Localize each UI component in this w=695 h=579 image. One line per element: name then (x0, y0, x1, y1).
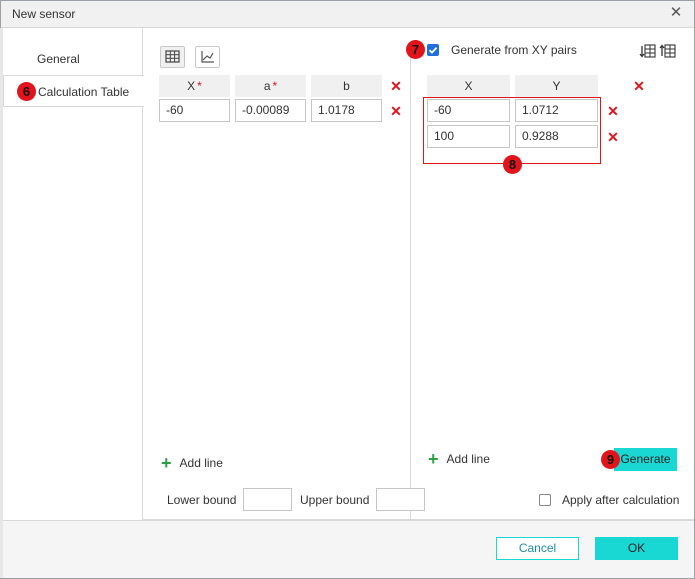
add-line-label: Add line (179, 456, 223, 470)
xy-cell-x[interactable]: 100 (427, 125, 510, 148)
tab-general[interactable]: General (3, 43, 143, 75)
delete-xy-row-icon[interactable]: ✕ (606, 104, 620, 118)
column-header-a: a * (235, 75, 306, 97)
tab-calculation-table-label: Calculation Table (38, 85, 130, 99)
add-line-button-left[interactable]: + Add line (161, 454, 223, 472)
upper-bound-label: Upper bound (300, 493, 370, 507)
annotation-badge-8: 8 (503, 155, 522, 174)
chart-icon (201, 51, 214, 63)
xy-cell-y[interactable]: 0.9288 (515, 125, 598, 148)
upper-bound-input[interactable] (376, 488, 425, 511)
lower-bound-input[interactable] (243, 488, 292, 511)
column-header-x: X * (159, 75, 230, 97)
title-bar (1, 1, 694, 28)
generate-from-xy-label: Generate from XY pairs (451, 43, 577, 57)
cell-a[interactable]: -0.00089 (235, 99, 306, 122)
insert-row-above-icon[interactable] (639, 42, 657, 60)
plus-icon: + (161, 453, 172, 473)
annotation-badge-6: 6 (17, 82, 36, 101)
chart-view-button[interactable] (195, 46, 220, 68)
cancel-button[interactable]: Cancel (496, 537, 579, 560)
delete-column-icon[interactable]: ✕ (389, 79, 403, 93)
annotation-badge-9: 9 (601, 450, 620, 469)
check-icon (428, 46, 438, 54)
dialog-footer (3, 520, 694, 578)
cell-b[interactable]: 1.0178 (311, 99, 382, 122)
delete-xy-column-icon[interactable]: ✕ (632, 79, 646, 93)
xy-column-header-y: Y (515, 75, 598, 97)
table-icon (165, 50, 180, 63)
panel-divider (410, 44, 411, 520)
apply-after-calculation-checkbox[interactable] (539, 494, 551, 506)
delete-xy-row-icon[interactable]: ✕ (606, 130, 620, 144)
xy-column-header-x: X (427, 75, 510, 97)
column-header-b: b (311, 75, 382, 97)
annotation-badge-7: 7 (406, 40, 425, 59)
table-view-button[interactable] (160, 46, 185, 68)
apply-after-calculation-label: Apply after calculation (562, 493, 680, 507)
tab-general-label: General (37, 52, 80, 66)
xy-cell-x[interactable]: -60 (427, 99, 510, 122)
dialog-title: New sensor (12, 7, 76, 21)
lower-bound-label: Lower bound (167, 493, 237, 507)
generate-button[interactable]: Generate (614, 448, 677, 471)
cell-x[interactable]: -60 (159, 99, 230, 122)
close-icon[interactable]: ✕ (666, 3, 686, 23)
insert-row-below-icon[interactable] (659, 42, 677, 60)
plus-icon: + (428, 449, 439, 469)
add-line-label: Add line (446, 452, 490, 466)
ok-button[interactable]: OK (595, 537, 678, 560)
delete-row-icon[interactable]: ✕ (389, 104, 403, 118)
add-line-button-right[interactable]: + Add line (428, 450, 490, 468)
xy-cell-y[interactable]: 1.0712 (515, 99, 598, 122)
generate-from-xy-checkbox[interactable] (427, 44, 439, 56)
